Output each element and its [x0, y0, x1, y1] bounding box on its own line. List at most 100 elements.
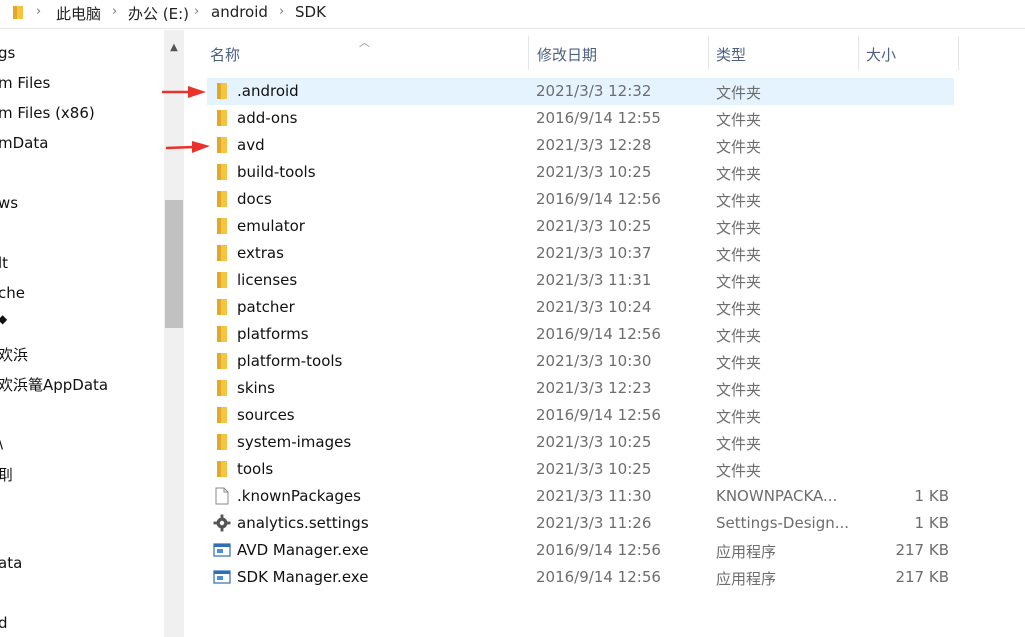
column-header-date[interactable]: 修改日期	[537, 44, 597, 65]
breadcrumb-item[interactable]: android	[211, 3, 268, 21]
file-size: 217 KB	[895, 568, 949, 586]
file-type: 应用程序	[716, 543, 777, 561]
file-row[interactable]: extras 2021/3/3 10:37 文件夹	[207, 240, 954, 267]
file-date: 2021/3/3 10:25	[536, 217, 652, 235]
column-divider[interactable]	[708, 36, 709, 70]
file-name: extras	[237, 244, 284, 262]
file-name: AVD Manager.exe	[237, 541, 369, 559]
file-date: 2021/3/3 11:26	[536, 514, 652, 532]
folder-icon	[213, 460, 231, 478]
file-date: 2021/3/3 10:25	[536, 460, 652, 478]
breadcrumb-item[interactable]: SDK	[295, 3, 326, 21]
column-divider[interactable]	[528, 36, 529, 70]
folder-icon	[13, 6, 23, 19]
file-name: .knownPackages	[237, 487, 361, 505]
file-row[interactable]: SDK Manager.exe 2016/9/14 12:56 应用程序 217 KB	[207, 564, 954, 591]
file-name: platforms	[237, 325, 309, 343]
file-row[interactable]: skins 2021/3/3 12:23 文件夹	[207, 375, 954, 402]
app-icon	[213, 568, 231, 586]
column-header-type[interactable]: 类型	[716, 44, 746, 65]
file-type: 文件夹	[716, 138, 762, 156]
file-type: 文件夹	[716, 219, 762, 237]
file-row[interactable]: patcher 2021/3/3 10:24 文件夹	[207, 294, 954, 321]
file-type: 文件夹	[716, 381, 762, 399]
chevron-right-icon[interactable]: ›	[279, 4, 284, 19]
nav-item[interactable]: mData	[0, 134, 48, 152]
file-date: 2021/3/3 12:23	[536, 379, 652, 397]
file-row[interactable]: analytics.settings 2021/3/3 11:26 Settings…	[207, 510, 954, 537]
nav-item[interactable]: 欢浜	[0, 344, 28, 365]
file-row[interactable]: .android 2021/3/3 12:32 文件夹	[207, 78, 954, 105]
folder-icon	[213, 325, 231, 343]
nav-item[interactable]: 刵	[0, 464, 13, 485]
column-divider[interactable]	[958, 36, 959, 70]
file-date: 2021/3/3 12:32	[536, 82, 652, 100]
file-row[interactable]: sources 2016/9/14 12:56 文件夹	[207, 402, 954, 429]
file-type: 文件夹	[716, 408, 762, 426]
nav-item[interactable]: m Files (x86)	[0, 104, 95, 122]
nav-item[interactable]: gs	[0, 44, 15, 62]
file-row[interactable]: avd 2021/3/3 12:28 文件夹	[207, 132, 954, 159]
chevron-right-icon[interactable]: ›	[112, 4, 117, 19]
file-row[interactable]: platform-tools 2021/3/3 10:30 文件夹	[207, 348, 954, 375]
file-name: add-ons	[237, 109, 298, 127]
file-name: analytics.settings	[237, 514, 369, 532]
file-type: 文件夹	[716, 273, 762, 291]
nav-scrollbar[interactable]	[164, 30, 184, 637]
file-row[interactable]: AVD Manager.exe 2016/9/14 12:56 应用程序 217 KB	[207, 537, 954, 564]
nav-item[interactable]: ◆	[0, 312, 7, 326]
nav-item[interactable]: \	[0, 434, 3, 452]
file-date: 2021/3/3 11:30	[536, 487, 652, 505]
column-divider[interactable]	[858, 36, 859, 70]
nav-item[interactable]: 欢浜篭AppData	[0, 374, 108, 395]
folder-icon	[213, 271, 231, 289]
chevron-right-icon[interactable]: ›	[36, 4, 41, 19]
file-row[interactable]: platforms 2016/9/14 12:56 文件夹	[207, 321, 954, 348]
column-header-name[interactable]: 名称	[210, 44, 240, 65]
file-row[interactable]: add-ons 2016/9/14 12:55 文件夹	[207, 105, 954, 132]
file-size: 1 KB	[914, 487, 949, 505]
folder-icon	[213, 217, 231, 235]
breadcrumb-item[interactable]: 办公 (E:)	[128, 3, 189, 24]
folder-icon	[213, 244, 231, 262]
file-name: platform-tools	[237, 352, 343, 370]
file-name: emulator	[237, 217, 305, 235]
folder-icon	[213, 298, 231, 316]
nav-item[interactable]: d	[0, 614, 8, 632]
nav-item[interactable]: ws	[0, 194, 18, 212]
file-row[interactable]: emulator 2021/3/3 10:25 文件夹	[207, 213, 954, 240]
file-row[interactable]: tools 2021/3/3 10:25 文件夹	[207, 456, 954, 483]
scroll-up-arrow-icon[interactable]: ▲	[164, 36, 184, 60]
file-icon	[213, 487, 231, 505]
file-name: sources	[237, 406, 295, 424]
nav-item[interactable]: ata	[0, 554, 22, 572]
file-type: 文件夹	[716, 327, 762, 345]
file-type: 文件夹	[716, 84, 762, 102]
file-row[interactable]: .knownPackages 2021/3/3 11:30 KNOWNPACKA..…	[207, 483, 954, 510]
file-type: 文件夹	[716, 435, 762, 453]
file-name: licenses	[237, 271, 298, 289]
breadcrumb-item[interactable]: 此电脑	[56, 3, 101, 24]
file-name: avd	[237, 136, 265, 154]
column-header-size[interactable]: 大小	[866, 44, 896, 65]
nav-item[interactable]: lt	[0, 254, 8, 272]
file-row[interactable]: system-images 2021/3/3 10:25 文件夹	[207, 429, 954, 456]
nav-scrollbar-thumb[interactable]	[165, 200, 183, 328]
nav-item[interactable]: m Files	[0, 74, 50, 92]
file-type: 文件夹	[716, 165, 762, 183]
file-date: 2016/9/14 12:56	[536, 568, 661, 586]
file-row[interactable]: docs 2016/9/14 12:56 文件夹	[207, 186, 954, 213]
file-date: 2016/9/14 12:55	[536, 109, 661, 127]
file-row[interactable]: build-tools 2021/3/3 10:25 文件夹	[207, 159, 954, 186]
file-date: 2021/3/3 12:28	[536, 136, 652, 154]
file-type: Settings-Design...	[716, 514, 850, 532]
chevron-right-icon[interactable]: ›	[194, 4, 199, 19]
nav-item[interactable]: che	[0, 284, 25, 302]
app-icon	[213, 541, 231, 559]
address-bar[interactable]: › 此电脑 › 办公 (E:) › android › SDK	[0, 0, 1025, 29]
navigation-pane: gs m Files m Files (x86) mData ws lt che…	[0, 30, 184, 637]
gear-icon	[213, 514, 231, 532]
sort-ascending-icon: ︿	[359, 36, 370, 49]
file-row[interactable]: licenses 2021/3/3 11:31 文件夹	[207, 267, 954, 294]
file-name: build-tools	[237, 163, 316, 181]
